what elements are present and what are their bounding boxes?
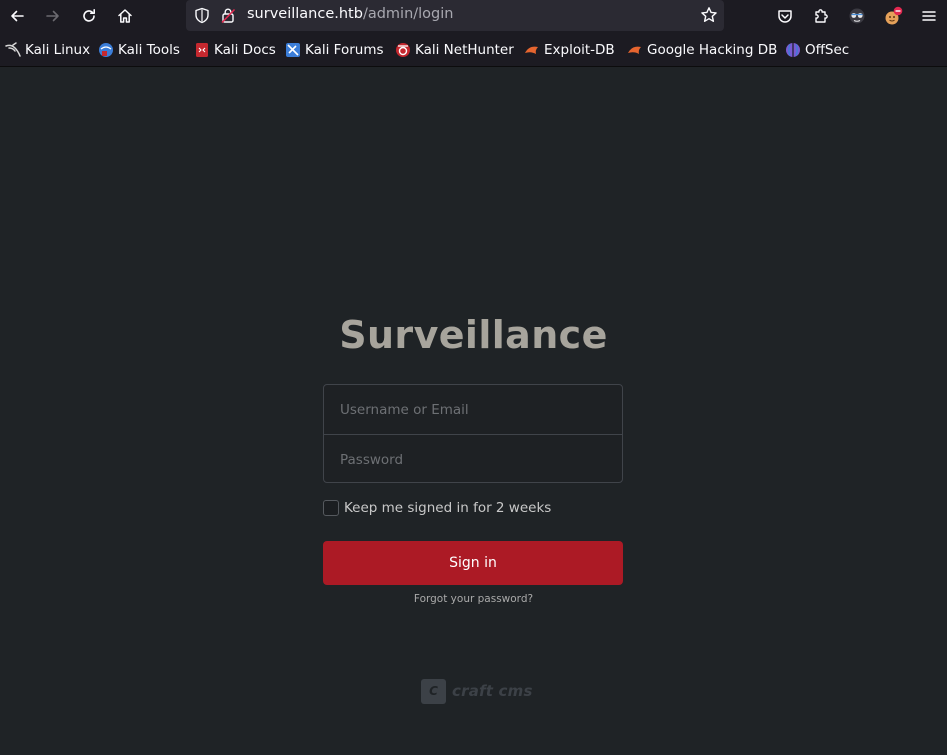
browser-toolbar: surveillance.htb/admin/login [0,0,947,32]
site-title: Surveillance [339,313,608,357]
remember-me-checkbox[interactable] [323,500,339,516]
bookmark-offsec[interactable]: OffSec [785,41,849,59]
extensions-button[interactable] [808,3,834,29]
page-content: Surveillance Keep me signed in for 2 wee… [0,67,947,755]
pocket-icon [778,10,792,23]
hamburger-menu-icon [922,11,936,21]
url-bar[interactable]: surveillance.htb/admin/login [186,0,724,31]
bookmark-label: Kali Docs [214,42,276,58]
sign-in-button[interactable]: Sign in [323,541,623,585]
forward-button[interactable] [40,3,66,29]
profile-button[interactable] [880,3,906,29]
account-button[interactable] [844,3,870,29]
kali-forums-icon [286,43,300,57]
reload-button[interactable] [76,3,102,29]
bookmark-kali-forums[interactable]: Kali Forums [285,41,384,59]
bookmark-kali-tools[interactable]: Kali Tools [98,41,180,59]
bookmark-label: Kali Tools [118,42,180,58]
menu-button[interactable] [916,3,942,29]
puzzle-icon [815,9,828,23]
craft-logo-mark: C [421,678,446,704]
pocket-button[interactable] [772,3,798,29]
url-host: surveillance.htb [247,6,363,22]
bookmark-exploit-db[interactable]: Exploit-DB [524,41,615,59]
bookmark-label: Google Hacking DB [647,42,778,58]
offsec-icon [786,43,800,57]
shield-icon[interactable] [194,7,210,24]
bookmark-kali-docs[interactable]: Kali Docs [194,41,276,59]
password-input[interactable] [324,435,622,484]
bookmark-kali-linux[interactable]: Kali Linux [5,41,90,59]
username-input[interactable] [324,385,622,434]
arrow-right-icon [46,10,59,22]
bookmark-google-hacking-db[interactable]: Google Hacking DB [627,41,777,59]
back-button[interactable] [4,3,30,29]
forgot-password-link[interactable]: Forgot your password? [0,593,947,605]
bookmark-label: Kali Forums [305,42,384,58]
bookmark-label: Kali NetHunter [415,42,514,58]
profile-icon [885,6,903,25]
kali-docs-icon [196,43,208,57]
ghdb-icon [628,46,641,54]
craft-logo-text: craft cms [452,682,533,700]
kali-nethunter-icon [396,43,410,57]
lock-icon[interactable] [220,7,236,24]
bookmark-label: Exploit-DB [544,42,615,58]
arrow-left-icon [11,10,24,22]
account-icon [849,8,865,24]
exploit-db-icon [525,46,538,54]
kali-dragon-icon [5,42,21,57]
home-icon [118,9,132,23]
bookmark-label: OffSec [805,42,850,58]
kali-tools-icon [99,43,113,57]
home-button[interactable] [112,3,138,29]
bookmark-label: Kali Linux [25,42,91,58]
url-path: /admin/login [362,6,454,22]
bookmarks-bar: Kali Linux Kali Tools Kali Docs Kali For… [0,32,947,67]
star-icon[interactable] [700,6,718,24]
url-text[interactable]: surveillance.htb/admin/login [247,6,453,22]
remember-me[interactable]: Keep me signed in for 2 weeks [323,499,551,517]
login-fields [323,384,623,484]
reload-icon [83,9,95,22]
bookmark-kali-nethunter[interactable]: Kali NetHunter [395,41,514,59]
craft-cms-logo[interactable]: C craft cms [421,678,533,704]
remember-me-label[interactable]: Keep me signed in for 2 weeks [344,500,551,516]
